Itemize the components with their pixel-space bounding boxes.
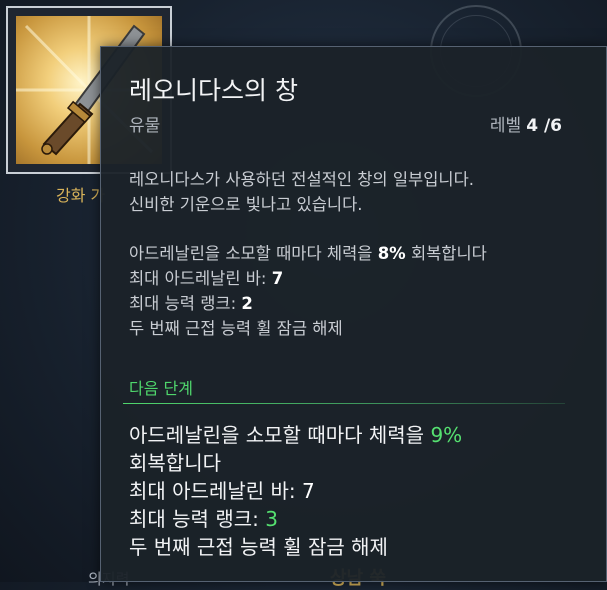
stat-max-adrenaline: 최대 아드레날린 바: 7 xyxy=(129,269,284,288)
tooltip-description: 레오니다스가 사용하던 전설적인 창의 일부입니다. 신비한 기운으로 빛나고 … xyxy=(129,167,474,217)
next-heal-suffix: 회복합니다 xyxy=(129,451,221,475)
next-heal-per-adrenaline: 아드레날린을 소모할 때마다 체력을 9% xyxy=(129,423,463,447)
tooltip-title: 레오니다스의 창 xyxy=(129,76,298,105)
next-unlock: 두 번째 근접 능력 휠 잠금 해제 xyxy=(129,535,388,559)
description-line: 레오니다스가 사용하던 전설적인 창의 일부입니다. xyxy=(129,170,475,189)
stat-unlock: 두 번째 근접 능력 휠 잠금 해제 xyxy=(129,319,343,338)
item-tooltip: 레오니다스의 창 유물 레벨 4 /6 레오니다스가 사용하던 전설적인 창의 일… xyxy=(100,46,607,582)
next-max-adrenaline: 최대 아드레날린 바: 7 xyxy=(129,479,315,503)
level-label: 레벨 xyxy=(489,116,522,136)
tooltip-level: 레벨 4 /6 xyxy=(490,111,562,136)
current-stats: 아드레날린을 소모할 때마다 체력을 8% 회복합니다 최대 아드레날린 바: … xyxy=(129,241,487,341)
level-value: 4 /6 xyxy=(526,116,562,136)
description-line: 신비한 기운으로 빛나고 있습니다. xyxy=(129,195,363,214)
tooltip-category: 유물 xyxy=(129,116,161,136)
next-max-ability-rank: 최대 능력 랭크: 3 xyxy=(129,507,278,531)
stat-heal-per-adrenaline: 아드레날린을 소모할 때마다 체력을 8% 회복합니다 xyxy=(129,244,487,263)
next-stage-divider xyxy=(123,403,565,404)
next-stage-stats: 아드레날린을 소모할 때마다 체력을 9% 회복합니다 최대 아드레날린 바: … xyxy=(129,421,462,561)
next-stage-label: 다음 단계 xyxy=(129,379,193,398)
stat-max-ability-rank: 최대 능력 랭크: 2 xyxy=(129,294,253,313)
item-caption: 강화 가 xyxy=(56,186,106,205)
